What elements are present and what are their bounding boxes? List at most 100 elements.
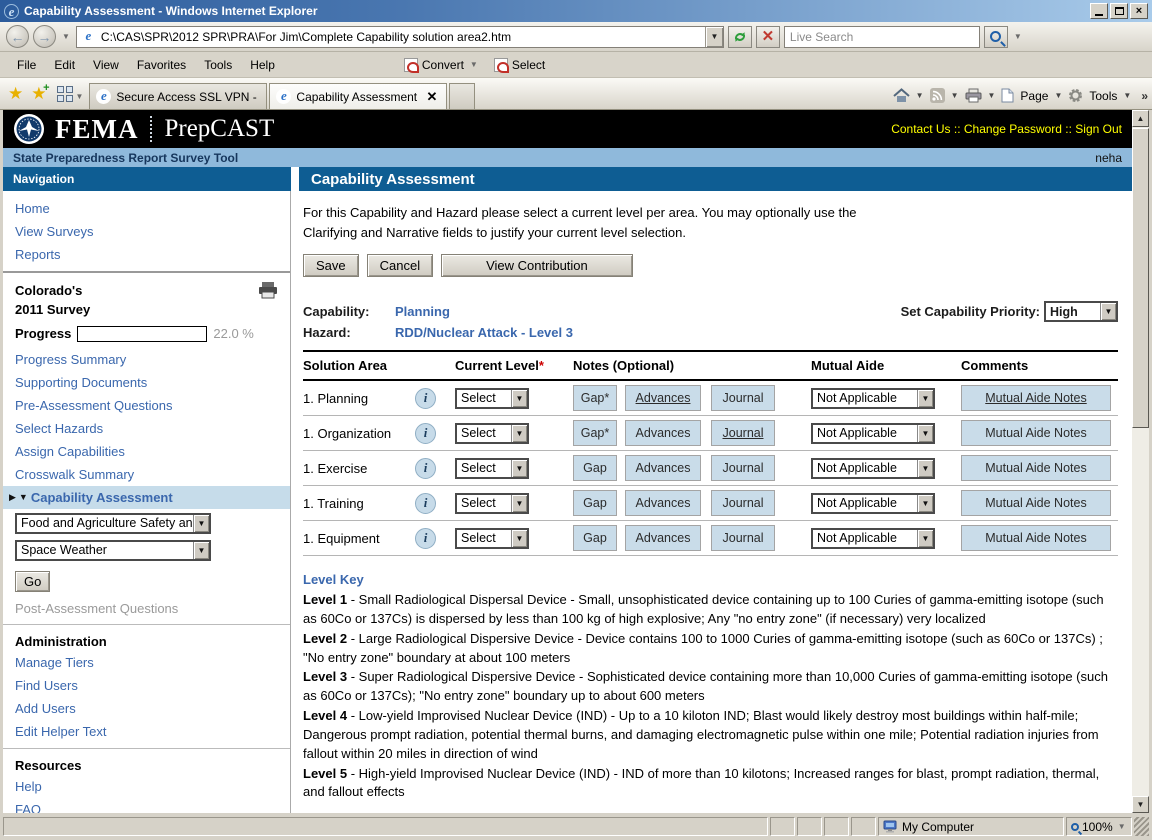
mutual-aide-notes-button[interactable]: Mutual Aide Notes xyxy=(961,525,1111,551)
go-button[interactable]: Go xyxy=(15,571,50,592)
sidebar-link[interactable]: Reports xyxy=(3,243,290,266)
scroll-up-icon[interactable]: ▲ xyxy=(1132,110,1149,127)
tab-list-dropdown-icon[interactable]: ▼ xyxy=(76,92,84,101)
tools-menu[interactable]: Tools xyxy=(1089,89,1117,103)
gap-button[interactable]: Gap* xyxy=(573,385,617,411)
scrollbar-thumb[interactable] xyxy=(1132,128,1149,428)
advances-button[interactable]: Advances xyxy=(625,525,701,551)
sidebar-item-capability-assessment[interactable]: ▶ ▼ Capability Assessment xyxy=(3,486,290,509)
mutual-aide-notes-button[interactable]: Mutual Aide Notes xyxy=(961,385,1111,411)
address-input[interactable]: e C:\CAS\SPR\2012 SPR\PRA\For Jim\Comple… xyxy=(76,26,724,48)
header-link[interactable]: Contact Us xyxy=(891,122,950,136)
address-dropdown-icon[interactable]: ▼ xyxy=(705,27,723,47)
page-menu[interactable]: Page xyxy=(1020,89,1048,103)
mutual-aide-select[interactable]: Not Applicable ▼ xyxy=(811,528,935,549)
select-button[interactable]: Select xyxy=(494,58,545,72)
menu-item[interactable]: File xyxy=(8,55,45,75)
sidebar-link[interactable]: Home xyxy=(3,197,290,220)
minimize-button[interactable] xyxy=(1090,3,1108,19)
search-button[interactable] xyxy=(984,26,1008,48)
info-icon[interactable]: i xyxy=(415,528,436,549)
search-options-dropdown-icon[interactable]: ▼ xyxy=(1014,32,1022,41)
menu-item[interactable]: View xyxy=(84,55,128,75)
menu-item[interactable]: Edit xyxy=(45,55,84,75)
stop-button[interactable]: ✕ xyxy=(756,26,780,48)
header-link[interactable]: Sign Out xyxy=(1075,122,1122,136)
chevron-down-icon[interactable]: ▼ xyxy=(193,515,209,532)
sidebar-link[interactable]: Crosswalk Summary xyxy=(3,463,290,486)
menu-item[interactable]: Tools xyxy=(195,55,241,75)
cancel-button[interactable]: Cancel xyxy=(367,254,433,277)
sidebar-link[interactable]: Progress Summary xyxy=(3,348,290,371)
view-contribution-button[interactable]: View Contribution xyxy=(441,254,633,277)
home-icon[interactable] xyxy=(893,88,910,103)
chevron-down-icon[interactable]: ▼ xyxy=(917,460,933,477)
mutual-aide-select[interactable]: Not Applicable ▼ xyxy=(811,388,935,409)
refresh-button[interactable] xyxy=(728,26,752,48)
sidebar-link[interactable]: Edit Helper Text xyxy=(3,720,290,743)
info-icon[interactable]: i xyxy=(415,423,436,444)
close-button[interactable]: × xyxy=(1130,3,1148,19)
chevron-down-icon[interactable]: ▼ xyxy=(917,425,933,442)
mutual-aide-select[interactable]: Not Applicable ▼ xyxy=(811,458,935,479)
chevron-down-icon[interactable]: ▼ xyxy=(511,425,527,442)
mutual-aide-notes-button[interactable]: Mutual Aide Notes xyxy=(961,455,1111,481)
chevron-down-icon[interactable]: ▼ xyxy=(917,530,933,547)
add-favorite-icon[interactable]: ★ xyxy=(31,84,46,104)
chevron-down-icon[interactable]: ▼ xyxy=(511,495,527,512)
print-dropdown-icon[interactable]: ▼ xyxy=(988,91,996,100)
gap-button[interactable]: Gap xyxy=(573,525,617,551)
sidebar-link[interactable]: Assign Capabilities xyxy=(3,440,290,463)
sidebar-link[interactable]: Supporting Documents xyxy=(3,371,290,394)
print-survey-icon[interactable] xyxy=(258,282,278,320)
browser-tab[interactable]: e Capability Assessment ✕ xyxy=(269,83,447,109)
gap-button[interactable]: Gap xyxy=(573,490,617,516)
favorites-icon[interactable]: ★ xyxy=(8,84,23,104)
gap-button[interactable]: Gap* xyxy=(573,420,617,446)
hazard-select[interactable]: Space Weather ▼ xyxy=(15,540,211,561)
history-dropdown-icon[interactable]: ▼ xyxy=(62,32,70,41)
chevron-down-icon[interactable]: ▼ xyxy=(193,542,209,559)
resize-grip[interactable] xyxy=(1134,817,1149,836)
print-icon[interactable] xyxy=(965,88,982,103)
sidebar-link[interactable]: Add Users xyxy=(3,697,290,720)
capability-value[interactable]: Planning xyxy=(395,304,450,319)
feeds-icon[interactable] xyxy=(930,88,945,103)
gap-button[interactable]: Gap xyxy=(573,455,617,481)
capability-select[interactable]: Food and Agriculture Safety an ▼ xyxy=(15,513,211,534)
new-tab-stub[interactable] xyxy=(449,83,475,109)
journal-button[interactable]: Journal xyxy=(711,420,775,446)
mutual-aide-select[interactable]: Not Applicable ▼ xyxy=(811,493,935,514)
sidebar-link[interactable]: Manage Tiers xyxy=(3,651,290,674)
sidebar-link[interactable]: Pre-Assessment Questions xyxy=(3,394,290,417)
mutual-aide-select[interactable]: Not Applicable ▼ xyxy=(811,423,935,444)
current-level-select[interactable]: Select ▼ xyxy=(455,458,529,479)
advances-button[interactable]: Advances xyxy=(625,455,701,481)
zoom-dropdown-icon[interactable]: ▼ xyxy=(1118,822,1126,831)
info-icon[interactable]: i xyxy=(415,388,436,409)
journal-button[interactable]: Journal xyxy=(711,490,775,516)
save-button[interactable]: Save xyxy=(303,254,359,277)
feeds-dropdown-icon[interactable]: ▼ xyxy=(951,91,959,100)
close-tab-icon[interactable]: ✕ xyxy=(424,89,441,105)
back-button[interactable]: ← xyxy=(6,25,29,48)
chevron-down-icon[interactable]: ▼ xyxy=(511,460,527,477)
scroll-down-icon[interactable]: ▼ xyxy=(1132,796,1149,813)
home-dropdown-icon[interactable]: ▼ xyxy=(916,91,924,100)
convert-dropdown-icon[interactable]: ▼ xyxy=(470,60,478,69)
info-icon[interactable]: i xyxy=(415,493,436,514)
info-icon[interactable]: i xyxy=(415,458,436,479)
mutual-aide-notes-button[interactable]: Mutual Aide Notes xyxy=(961,490,1111,516)
quick-tabs-icon[interactable] xyxy=(57,86,74,103)
journal-button[interactable]: Journal xyxy=(711,455,775,481)
zoom-pane[interactable]: 100% ▼ xyxy=(1066,817,1132,836)
chevron-down-icon[interactable]: ▼ xyxy=(511,530,527,547)
advances-button[interactable]: Advances xyxy=(625,490,701,516)
journal-button[interactable]: Journal xyxy=(711,525,775,551)
current-level-select[interactable]: Select ▼ xyxy=(455,388,529,409)
chevron-down-icon[interactable]: ▼ xyxy=(917,495,933,512)
chevron-down-icon[interactable]: ▼ xyxy=(511,390,527,407)
chevron-down-icon[interactable]: ▼ xyxy=(917,390,933,407)
hazard-value[interactable]: RDD/Nuclear Attack - Level 3 xyxy=(395,325,573,340)
forward-button[interactable]: → xyxy=(33,25,56,48)
